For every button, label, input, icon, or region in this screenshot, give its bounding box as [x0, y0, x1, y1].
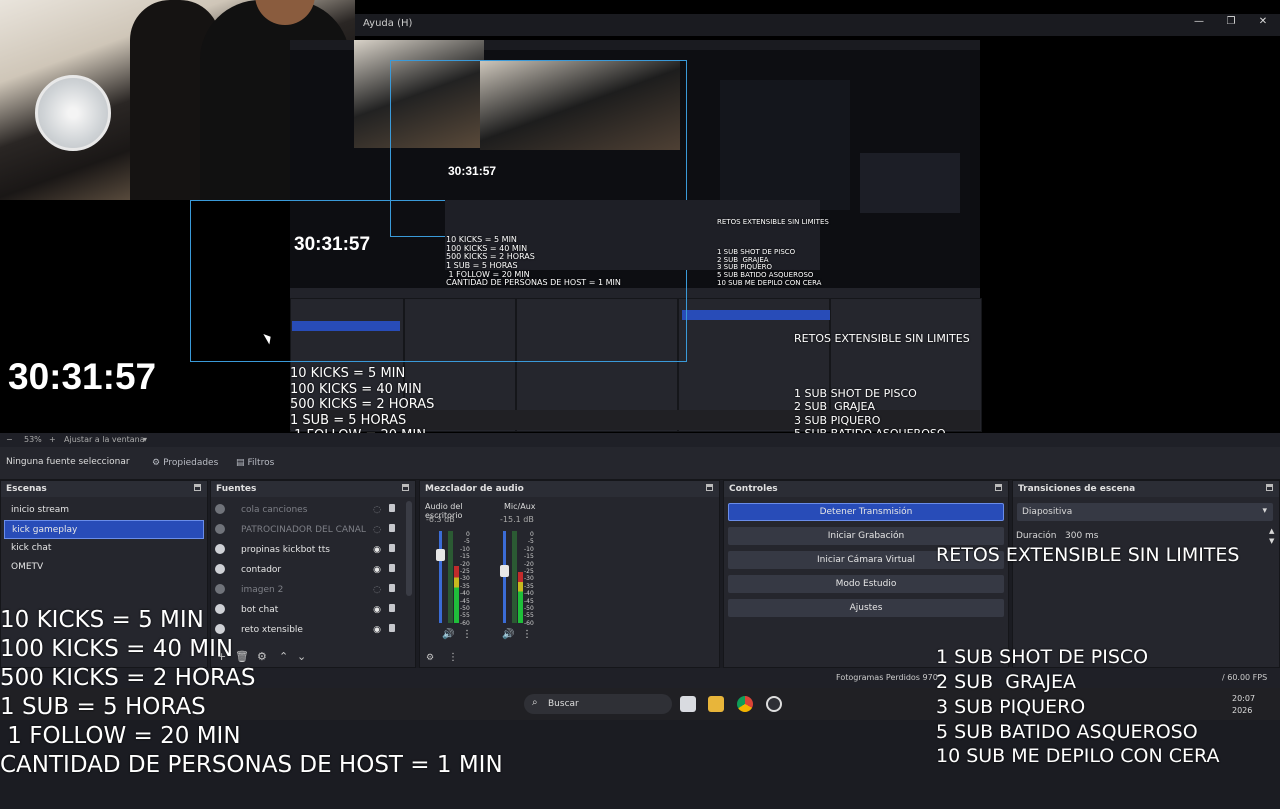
kicks-overlay-large: 10 KICKS = 5 MIN 100 KICKS = 40 MIN 500 KI…	[0, 607, 503, 778]
program-preview[interactable]: Ayuda (H) — ❐ ✕ 30:31:57 30:31:57 30:31:…	[0, 0, 1280, 433]
mixer-title: Mezclador de audio	[425, 484, 524, 494]
duration-label: Duración	[1016, 531, 1057, 541]
fan-image	[35, 75, 111, 151]
retos-title-small: RETOS EXTENSIBLE SIN LIMITES	[717, 218, 829, 226]
kebab-menu-icon[interactable]: ⋮	[522, 629, 532, 640]
search-icon: ⌕	[532, 697, 538, 708]
undock-icon[interactable]	[194, 484, 201, 491]
timer-medium: 30:31:57	[294, 234, 371, 255]
kicks-overlay-small: 10 KICKS = 5 MIN 100 KICKS = 40 MIN 500 KI…	[446, 235, 621, 288]
undock-icon[interactable]	[706, 484, 713, 491]
channel-db: -15.1 dB	[500, 515, 534, 524]
volume-slider[interactable]	[503, 531, 506, 623]
channel-db: -6.3 dB	[426, 515, 455, 524]
task-view-icon[interactable]	[680, 696, 696, 712]
sources-title: Fuentes	[216, 484, 257, 494]
close-icon[interactable]: ✕	[1249, 16, 1277, 27]
lock-icon[interactable]	[389, 524, 395, 532]
timer-small: 30:31:57	[448, 164, 497, 178]
scene-item-selected[interactable]: kick gameplay	[4, 520, 204, 539]
source-item[interactable]: PATROCINADOR DEL CANAL ◌	[211, 520, 401, 540]
selected-source-label: Ninguna fuente seleccionar	[6, 457, 130, 467]
file-explorer-icon[interactable]	[708, 696, 724, 712]
controls-title: Controles	[729, 484, 778, 494]
spinner-down-icon[interactable]: ▼	[1269, 537, 1274, 545]
hidden-eye-icon[interactable]: ◌	[373, 525, 381, 535]
context-bar: Ninguna fuente seleccionar ⚙ Propiedades …	[0, 447, 1280, 480]
source-item[interactable]: cola canciones ◌	[211, 500, 401, 520]
scene-item[interactable]: inicio stream	[4, 501, 204, 520]
chevron-down-icon: ▾	[1262, 506, 1267, 516]
retos-title-medium: RETOS EXTENSIBLE SIN LIMITES	[794, 332, 970, 345]
fps-readout: / 60.00 FPS	[1222, 673, 1268, 682]
maximize-icon[interactable]: ❐	[1217, 16, 1245, 27]
duration-input[interactable]: 300 ms	[1061, 527, 1267, 545]
kicks-overlay-medium: 10 KICKS = 5 MIN 100 KICKS = 40 MIN 500 KI…	[290, 366, 435, 433]
retos-title-large: RETOS EXTENSIBLE SIN LIMITES	[936, 544, 1240, 566]
hidden-eye-icon[interactable]: ◌	[373, 505, 381, 515]
clock-time: 20:07	[1232, 694, 1256, 703]
retos-overlay-medium: 1 SUB SHOT DE PISCO 2 SUB GRAJEA 3 SUB PIQ…	[794, 386, 946, 433]
channel-name: Mic/Aux	[504, 502, 536, 511]
speaker-icon[interactable]: 🔊	[502, 629, 514, 640]
dropped-frames: Fotogramas Perdidos 970	[836, 673, 938, 682]
level-meter	[518, 572, 523, 623]
retos-overlay-large: 1 SUB SHOT DE PISCO 2 SUB GRAJEA 3 SUB PIQ…	[936, 646, 1220, 768]
start-recording-button[interactable]: Iniciar Grabación	[728, 527, 1004, 545]
meter-scale: 0 -5 -10 -15 -20 -25 -30 -35 -40 -45 -50 -55 -60	[524, 531, 534, 627]
transitions-title: Transiciones de escena	[1018, 484, 1136, 494]
chrome-icon[interactable]	[737, 696, 753, 712]
zoom-in-button[interactable]: +	[49, 435, 56, 444]
filters-button[interactable]: ▤ Filtros	[232, 455, 278, 471]
source-type-icon	[215, 504, 225, 514]
source-type-icon	[215, 524, 225, 534]
gear-icon: ⚙	[152, 458, 161, 468]
mixer-channel-mic: Mic/Aux -15.1 dB 0 -5 -10 -15 -20 -25 -30 -35 -4…	[500, 497, 570, 647]
properties-button[interactable]: ⚙ Propiedades	[148, 455, 222, 471]
stop-streaming-button[interactable]: Detener Transmisión	[728, 503, 1004, 521]
minimize-icon[interactable]: —	[1185, 16, 1213, 27]
taskbar-search[interactable]: ⌕ Buscar	[524, 694, 672, 714]
undock-icon[interactable]	[1266, 484, 1273, 491]
zoom-percent: 53%	[24, 435, 42, 444]
spinner-up-icon[interactable]: ▲	[1269, 527, 1274, 535]
captured-window-titlebar: Ayuda (H) — ❐ ✕	[355, 14, 1280, 36]
studio-mode-button[interactable]: Modo Estudio	[728, 575, 1004, 593]
transition-select[interactable]: Diapositiva ▾	[1017, 503, 1273, 521]
zoom-bar: − 53% + Ajustar a la ventana ▾	[0, 433, 1280, 447]
obs-icon[interactable]	[766, 696, 782, 712]
fit-window-button[interactable]: Ajustar a la ventana	[64, 435, 145, 444]
lock-icon[interactable]	[389, 504, 395, 512]
undock-icon[interactable]	[402, 484, 409, 491]
undock-icon[interactable]	[995, 484, 1002, 491]
filter-icon: ▤	[236, 458, 245, 468]
timer-large: 30:31:57	[8, 356, 157, 397]
scenes-title: Escenas	[6, 484, 47, 494]
clock-date: 2026	[1232, 706, 1253, 715]
help-menu[interactable]: Ayuda (H)	[363, 18, 412, 29]
retos-overlay-small: 1 SUB SHOT DE PISCO 2 SUB GRAJEA 3 SUB PIQ…	[717, 248, 822, 287]
zoom-out-button[interactable]: −	[6, 435, 13, 444]
chevron-down-icon[interactable]: ▾	[143, 435, 147, 444]
